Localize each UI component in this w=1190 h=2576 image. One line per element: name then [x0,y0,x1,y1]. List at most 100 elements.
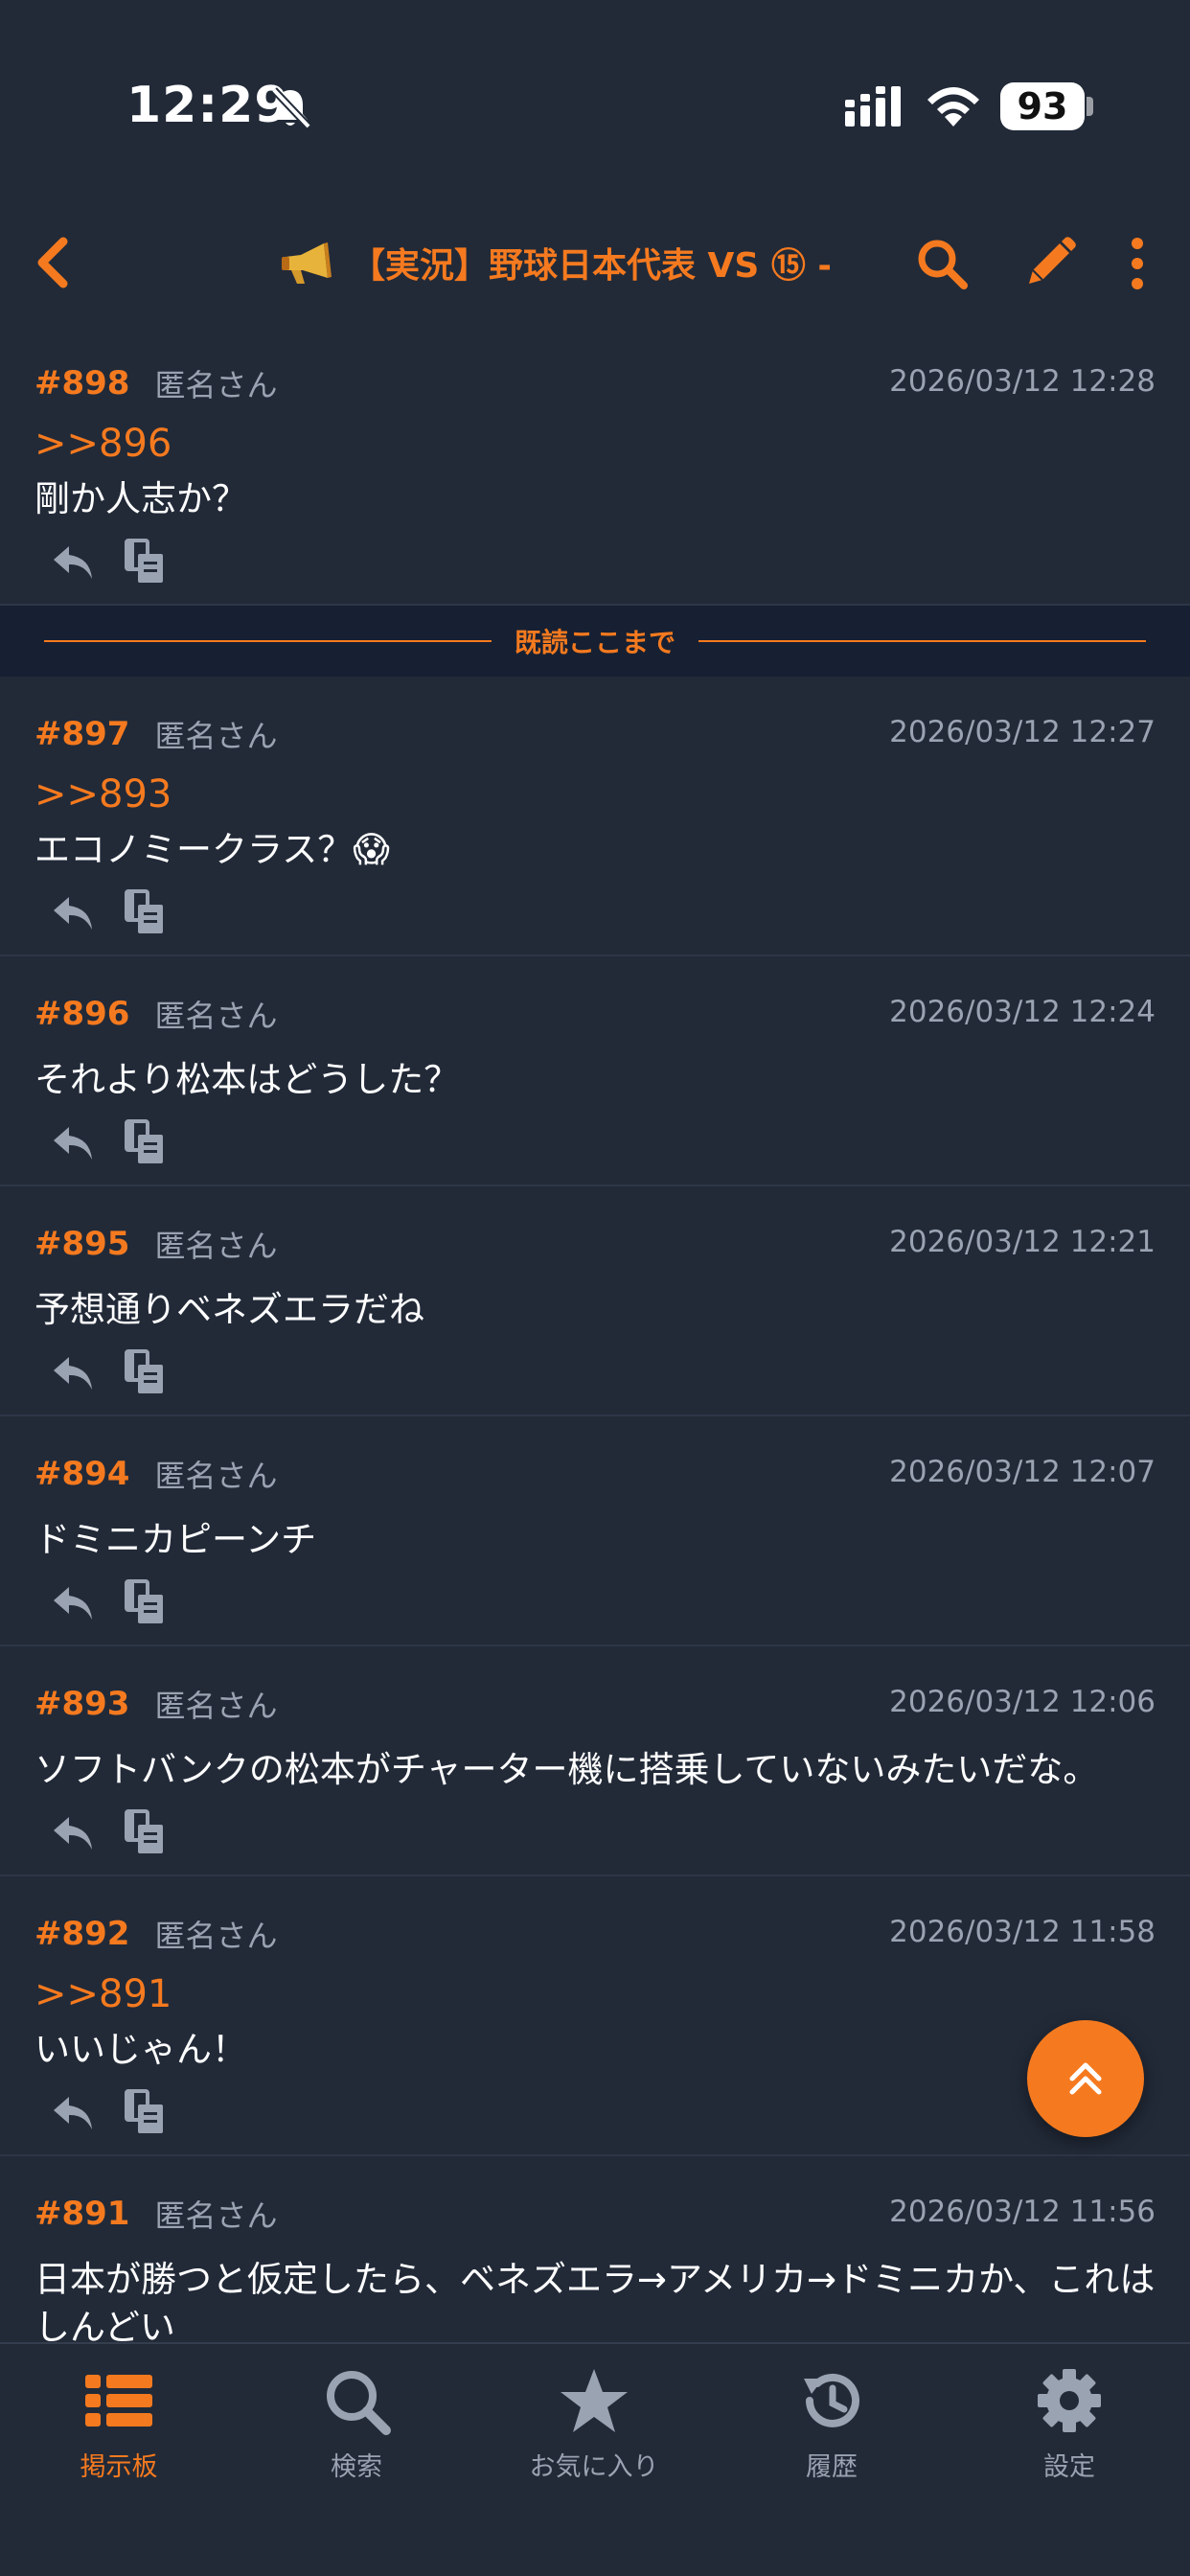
reply-icon[interactable] [52,1813,96,1853]
post-number[interactable]: #898 [34,364,129,402]
reply-anchor-link[interactable]: >>893 [34,770,1156,818]
post-body: ソフトバンクの松本がチャーター機に搭乗していないみたいだな。 [34,1749,1099,1790]
post-actions [34,1794,1156,1874]
post-author: 匿名さん [154,2197,278,2234]
post-number[interactable]: #894 [34,1455,129,1493]
post-item[interactable]: #895 匿名さん 2026/03/12 12:21 予想通りベネズエラだね [0,1186,1190,1416]
post-author: 匿名さん [154,1458,278,1494]
reply-icon[interactable] [52,1123,96,1163]
post-date: 2026/03/12 12:07 [889,1455,1156,1489]
post-item[interactable]: #893 匿名さん 2026/03/12 12:06 ソフトバンクの松本がチャーター機… [0,1646,1190,1876]
post-item[interactable]: #891 匿名さん 2026/03/12 11:56 日本が勝つと仮定したら、ベネズエ… [0,2156,1190,2342]
post-header: #893 匿名さん 2026/03/12 12:06 [34,1683,1156,1725]
post-header: #895 匿名さん 2026/03/12 12:21 [34,1223,1156,1265]
tab-bar: 掲示板 検索 お気に入り 履歴 設定 [0,2342,1190,2576]
post-header: #896 匿名さん 2026/03/12 12:24 [34,993,1156,1035]
tab-history[interactable]: 履歴 [736,2365,927,2499]
reply-icon[interactable] [52,893,96,933]
post-actions [34,1104,1156,1184]
battery-tip [1087,97,1093,116]
scroll-to-top-button[interactable] [1027,2020,1144,2137]
copy-icon[interactable] [123,1349,167,1395]
battery-indicator: 93 [1000,82,1085,130]
reply-icon[interactable] [52,1583,96,1623]
read-divider: 既読ここまで [0,606,1190,677]
tab-label: 検索 [331,2452,382,2482]
post-number[interactable]: #891 [34,2195,129,2233]
post-header: #894 匿名さん 2026/03/12 12:07 [34,1453,1156,1495]
double-chevron-up-icon [1069,2062,1102,2095]
copy-icon[interactable] [123,889,167,935]
post-date: 2026/03/12 12:28 [889,364,1156,399]
list-icon [85,2375,152,2426]
more-vertical-icon[interactable] [1123,236,1152,291]
post-item[interactable]: #892 匿名さん 2026/03/12 11:58 >>891 いいじゃん！ [0,1876,1190,2156]
post-item[interactable]: #894 匿名さん 2026/03/12 12:07 ドミニカピーンチ [0,1416,1190,1646]
reply-icon[interactable] [52,2093,96,2133]
post-body: エコノミークラス？😱 [34,829,390,870]
reply-anchor-link[interactable]: >>891 [34,1970,1156,2018]
star-icon [561,2369,628,2432]
post-actions [34,1334,1156,1414]
copy-icon[interactable] [123,539,167,585]
tab-search[interactable]: 検索 [261,2365,452,2499]
post-item[interactable]: #896 匿名さん 2026/03/12 12:24 それより松本はどうした？ [0,956,1190,1186]
tab-settings[interactable]: 設定 [973,2365,1165,2499]
post-body: いいじゃん！ [34,2029,247,2070]
copy-icon[interactable] [123,1119,167,1165]
post-actions [34,1564,1156,1644]
search-icon [327,2371,391,2435]
back-chevron-icon[interactable] [29,234,79,291]
wifi-icon [927,87,979,126]
post-item[interactable]: #897 匿名さん 2026/03/12 12:27 >>893 エコノミークラス？😱 [0,677,1190,956]
post-date: 2026/03/12 12:24 [889,995,1156,1029]
post-header: #898 匿名さん 2026/03/12 12:28 [34,362,1156,404]
pencil-icon[interactable] [1021,236,1077,291]
copy-icon[interactable] [123,1809,167,1855]
post-number[interactable]: #897 [34,715,129,753]
post-body: 予想通りベネズエラだね [34,1289,424,1330]
divider-line [44,640,492,642]
post-date: 2026/03/12 11:56 [889,2195,1156,2229]
post-author: 匿名さん [154,998,278,1034]
post-author: 匿名さん [154,1918,278,1954]
post-number[interactable]: #892 [34,1915,129,1953]
divider-line [698,640,1147,642]
post-author: 匿名さん [154,718,278,754]
reply-icon[interactable] [52,542,96,583]
post-author: 匿名さん [154,1688,278,1724]
reply-icon[interactable] [52,1353,96,1393]
copy-icon[interactable] [123,1579,167,1625]
post-number[interactable]: #895 [34,1225,129,1263]
post-number[interactable]: #893 [34,1685,129,1723]
tab-label: 掲示板 [80,2452,158,2482]
nav-bar: 【実況】野球日本代表 VS ⑮ - [0,201,1190,326]
search-icon[interactable] [914,236,970,291]
post-date: 2026/03/12 12:06 [889,1685,1156,1719]
tab-label: お気に入り [529,2452,659,2482]
post-date: 2026/03/12 12:27 [889,715,1156,749]
post-list[interactable]: #898 匿名さん 2026/03/12 12:28 >>896 剛か人志か？ 既読ここ… [0,326,1190,2342]
megaphone-icon [282,242,332,284]
post-number[interactable]: #896 [34,995,129,1033]
post-author: 匿名さん [154,1228,278,1264]
tab-board[interactable]: 掲示板 [23,2365,215,2499]
post-item[interactable]: #898 匿名さん 2026/03/12 12:28 >>896 剛か人志か？ [0,326,1190,606]
status-bar: 12:29 93 [0,0,1190,201]
post-header: #897 匿名さん 2026/03/12 12:27 [34,713,1156,755]
tab-favorites[interactable]: お気に入り [498,2365,690,2499]
post-body: ドミニカピーンチ [34,1519,317,1560]
post-header: #891 匿名さん 2026/03/12 11:56 [34,2193,1156,2235]
cellular-signal-icon [845,86,901,126]
post-body: 剛か人志か？ [34,478,247,519]
gear-icon [1038,2369,1101,2432]
status-time: 12:29 [126,77,290,134]
post-date: 2026/03/12 12:21 [889,1225,1156,1259]
read-divider-label: 既読ここまで [515,627,676,658]
post-author: 匿名さん [154,367,278,403]
post-body: 日本が勝つと仮定したら、ベネズエラ→アメリカ→ドミニカか、これはしんどい [34,2259,1156,2342]
post-actions [34,874,1156,954]
bell-slash-icon [271,87,311,129]
copy-icon[interactable] [123,2089,167,2135]
reply-anchor-link[interactable]: >>896 [34,420,1156,468]
